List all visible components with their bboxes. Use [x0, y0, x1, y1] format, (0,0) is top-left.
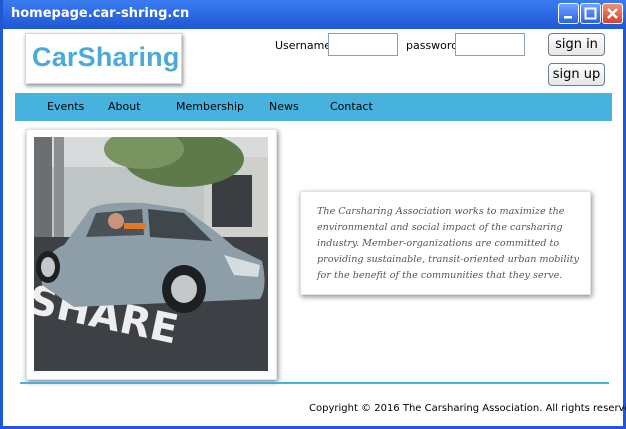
close-button[interactable]: [602, 3, 623, 24]
site-logo[interactable]: CarSharing: [25, 33, 182, 84]
sign-up-button[interactable]: sign up: [548, 63, 605, 86]
maximize-button[interactable]: [580, 3, 601, 24]
mission-statement-box: The Carsharing Association works to maxi…: [300, 191, 591, 295]
close-icon: [607, 8, 618, 19]
password-input[interactable]: [455, 33, 525, 56]
car-share-photo: SHARE: [34, 137, 268, 371]
sign-in-button[interactable]: sign in: [548, 33, 605, 56]
title-bar[interactable]: homepage.car-shring.cn: [3, 0, 626, 29]
username-input[interactable]: [328, 33, 398, 56]
nav-item-contact[interactable]: Contact: [330, 100, 373, 113]
maximize-icon: [584, 7, 597, 20]
minimize-icon: [564, 16, 572, 19]
photo-frame: SHARE: [26, 129, 277, 380]
nav-item-membership[interactable]: Membership: [176, 100, 244, 113]
nav-item-events[interactable]: Events: [47, 100, 84, 113]
logo-text: CarSharing: [32, 42, 180, 72]
password-label: password:: [406, 39, 462, 52]
nav-item-about[interactable]: About: [108, 100, 141, 113]
window-title: homepage.car-shring.cn: [11, 6, 190, 21]
username-label: Username:: [275, 39, 335, 52]
mission-statement: The Carsharing Association works to maxi…: [317, 206, 579, 281]
footer-divider: [20, 382, 609, 384]
nav-bar: Events About Membership News Contact: [15, 93, 612, 121]
copyright-text: Copyright © 2016 The Carsharing Associat…: [309, 403, 626, 414]
minimize-button[interactable]: [558, 3, 579, 24]
nav-item-news[interactable]: News: [269, 100, 299, 113]
